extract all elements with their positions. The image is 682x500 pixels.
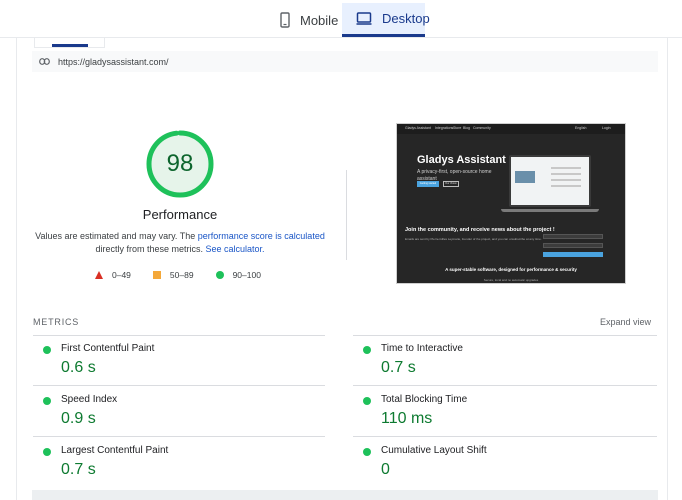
- thumb-input: [543, 234, 603, 239]
- divider: [353, 385, 657, 386]
- pass-circle-icon: [363, 448, 371, 456]
- thumb-primary-button: Getting started: [417, 181, 439, 187]
- thumb-laptop-base: [501, 209, 599, 212]
- metric-value: 110 ms: [381, 410, 433, 427]
- pass-circle-icon: [43, 346, 51, 354]
- metric-value: 0: [381, 461, 390, 478]
- link-icon: [39, 58, 50, 65]
- thumb-nav-brand: Gladys Assistant: [405, 126, 431, 130]
- monitor-icon: [356, 12, 372, 25]
- metric-name: Speed Index: [61, 394, 118, 405]
- expand-view-toggle[interactable]: Expand view: [600, 317, 651, 327]
- metric-name: Time to Interactive: [381, 343, 463, 354]
- thumb-footer: Secure, local and no automatic upgrades: [483, 278, 539, 282]
- metric-first-contentful-paint: First Contentful Paint 0.6 s: [33, 338, 323, 388]
- thumb-nav: Gladys Assistant Integrations Store Blog…: [397, 124, 625, 134]
- divider: [33, 335, 325, 336]
- metric-name: First Contentful Paint: [61, 343, 155, 354]
- score-legend: 0–49 50–89 90–100: [95, 268, 283, 282]
- legend-fail-range: 0–49: [112, 270, 131, 280]
- desc-text-2: directly from these metrics.: [95, 244, 206, 254]
- thumb-subscribe-button: [543, 252, 603, 257]
- divider: [353, 436, 657, 437]
- divider: [353, 335, 657, 336]
- thumb-laptop-image: [509, 155, 591, 207]
- device-tabs: Mobile Desktop: [0, 0, 682, 38]
- phone-icon: [280, 12, 290, 28]
- metric-name: Largest Contentful Paint: [61, 445, 169, 456]
- score-description: Values are estimated and may vary. The p…: [35, 230, 325, 256]
- thumb-hero-title: Gladys Assistant: [417, 154, 506, 166]
- performance-score: 98: [166, 150, 194, 177]
- thumb-join-title: Join the community, and receive news abo…: [405, 227, 555, 233]
- metric-value: 0.7 s: [381, 359, 416, 376]
- page-screenshot-thumbnail: Gladys Assistant Integrations Store Blog…: [396, 123, 626, 284]
- metric-value: 0.6 s: [61, 359, 96, 376]
- tab-desktop-label: Desktop: [382, 11, 430, 26]
- legend-average: 50–89: [152, 270, 194, 280]
- performance-gauge: 98: [146, 130, 214, 198]
- metric-total-blocking-time: Total Blocking Time 110 ms: [353, 389, 643, 439]
- tab-mobile[interactable]: Mobile: [266, 3, 342, 37]
- url-bar: https://gladysassistant.com/: [32, 51, 658, 72]
- subtab-indicator: [34, 38, 105, 48]
- thumb-input: [543, 243, 603, 248]
- legend-average-range: 50–89: [169, 270, 194, 280]
- score-calculated-link[interactable]: performance score is calculated: [198, 231, 325, 241]
- divider: [33, 385, 325, 386]
- legend-pass: 90–100: [215, 270, 261, 280]
- next-section-strip: [32, 490, 658, 500]
- see-calculator-link[interactable]: See calculator.: [205, 244, 264, 254]
- circle-icon: [215, 271, 224, 279]
- metric-cumulative-layout-shift: Cumulative Layout Shift 0: [353, 440, 643, 490]
- metrics-heading: METRICS: [33, 317, 80, 327]
- metric-value: 0.9 s: [61, 410, 96, 427]
- metric-name: Cumulative Layout Shift: [381, 445, 487, 456]
- legend-fail: 0–49: [95, 270, 131, 280]
- thumb-nav-lang: English: [575, 126, 587, 130]
- metric-speed-index: Speed Index 0.9 s: [33, 389, 323, 439]
- metric-name: Total Blocking Time: [381, 394, 468, 405]
- thumb-nav-link: Store: [453, 126, 462, 130]
- thumb-nav-login: Login: [602, 126, 611, 130]
- thumb-nav-link: Blog: [463, 126, 471, 130]
- tab-mobile-label: Mobile: [300, 12, 339, 28]
- thumb-join-subtitle: Emails are sent by Pierre-Gilles Leymari…: [405, 237, 542, 241]
- pass-circle-icon: [43, 397, 51, 405]
- tested-url[interactable]: https://gladysassistant.com/: [58, 57, 169, 67]
- divider: [33, 436, 325, 437]
- thumb-secondary-button: Our Vision: [443, 181, 459, 187]
- thumb-tagline: A super-stable software, designed for pe…: [445, 267, 577, 272]
- thumb-nav-link: Integrations: [435, 126, 454, 130]
- square-icon: [152, 271, 161, 279]
- pass-circle-icon: [43, 448, 51, 456]
- triangle-icon: [95, 271, 103, 279]
- pass-circle-icon: [363, 397, 371, 405]
- pass-circle-icon: [363, 346, 371, 354]
- desc-text-1: Values are estimated and may vary. The: [35, 231, 198, 241]
- metric-value: 0.7 s: [61, 461, 96, 478]
- metric-time-to-interactive: Time to Interactive 0.7 s: [353, 338, 643, 388]
- performance-label: Performance: [142, 207, 218, 222]
- thumb-nav-link: Community: [473, 126, 491, 130]
- vertical-divider: [346, 170, 347, 260]
- legend-pass-range: 90–100: [232, 270, 261, 280]
- metric-largest-contentful-paint: Largest Contentful Paint 0.7 s: [33, 440, 323, 490]
- tab-desktop[interactable]: Desktop: [342, 3, 430, 37]
